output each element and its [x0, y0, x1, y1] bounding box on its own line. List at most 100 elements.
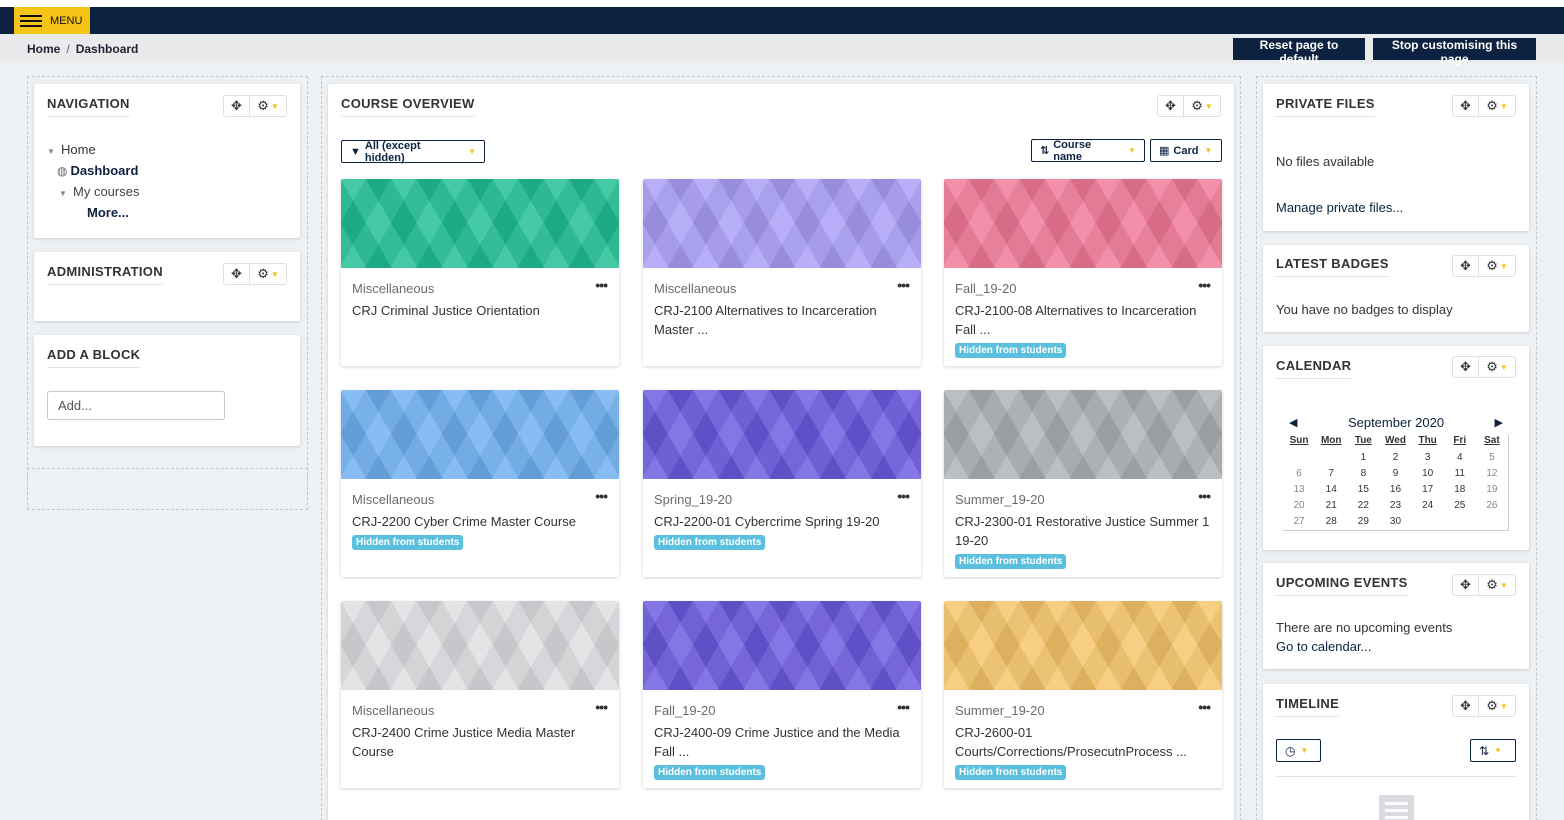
calendar-day[interactable]: 20	[1283, 498, 1315, 514]
calendar-day[interactable]: 28	[1315, 514, 1347, 530]
timeline-sort-dropdown[interactable]: ⇅ ▼	[1470, 739, 1516, 762]
gear-icon[interactable]: ⚙ ▼	[1479, 696, 1515, 716]
calendar-day[interactable]: 19	[1476, 482, 1508, 498]
course-card[interactable]: Miscellaneous ••• CRJ-2400 Crime Justice M…	[341, 601, 619, 788]
course-actions-icon[interactable]: •••	[1198, 699, 1211, 715]
course-name[interactable]: CRJ-2100-08 Alternatives to Incarceratio…	[955, 301, 1211, 339]
calendar-day[interactable]: 27	[1283, 514, 1315, 530]
calendar-day[interactable]: 2	[1379, 450, 1411, 466]
calendar-day[interactable]: 7	[1315, 466, 1347, 482]
move-icon[interactable]: ✥	[1453, 357, 1479, 377]
course-actions-icon[interactable]: •••	[1198, 277, 1211, 293]
go-to-calendar-link[interactable]: Go to calendar...	[1276, 639, 1371, 654]
course-image[interactable]	[341, 390, 619, 479]
breadcrumb-dashboard[interactable]: Dashboard	[76, 42, 139, 56]
add-block-select[interactable]: Add...	[47, 391, 225, 420]
course-name[interactable]: CRJ Criminal Justice Orientation	[352, 301, 608, 320]
move-icon[interactable]: ✥	[224, 96, 250, 116]
gear-icon[interactable]: ⚙ ▼	[1479, 96, 1515, 116]
course-actions-icon[interactable]: •••	[595, 699, 608, 715]
calendar-day[interactable]: 1	[1347, 450, 1379, 466]
calendar-day[interactable]: 30	[1379, 514, 1411, 530]
course-name-link[interactable]: CRJ-2300-01 Restorative Justice Summer 1…	[955, 512, 1211, 569]
timeline-filter-dropdown[interactable]: ◷ ▼	[1276, 739, 1321, 762]
course-actions-icon[interactable]: •••	[897, 488, 910, 504]
calendar-day[interactable]: 16	[1379, 482, 1411, 498]
calendar-day[interactable]: 8	[1347, 466, 1379, 482]
gear-icon[interactable]: ⚙ ▼	[250, 96, 286, 116]
course-name-link[interactable]: CRJ-2100-08 Alternatives to Incarceratio…	[955, 301, 1211, 358]
course-image[interactable]	[643, 179, 921, 268]
course-actions-icon[interactable]: •••	[897, 699, 910, 715]
nav-item-more[interactable]: More...	[47, 202, 139, 223]
menu-button[interactable]: MENU	[14, 7, 90, 34]
course-name[interactable]: CRJ-2400 Crime Justice Media Master Cour…	[352, 723, 608, 761]
move-icon[interactable]: ✥	[1453, 96, 1479, 116]
calendar-day[interactable]: 25	[1444, 498, 1476, 514]
move-icon[interactable]: ✥	[224, 264, 250, 284]
move-icon[interactable]: ✥	[1453, 256, 1479, 276]
course-name[interactable]: CRJ-2300-01 Restorative Justice Summer 1…	[955, 512, 1211, 550]
course-name-link[interactable]: CRJ-2400-09 Crime Justice and the Media …	[654, 723, 910, 780]
calendar-day[interactable]: 29	[1347, 514, 1379, 530]
gear-icon[interactable]: ⚙ ▼	[1479, 575, 1515, 595]
calendar-day[interactable]: 18	[1444, 482, 1476, 498]
calendar-day[interactable]: 13	[1283, 482, 1315, 498]
calendar-day[interactable]: 15	[1347, 482, 1379, 498]
course-name[interactable]: CRJ-2100 Alternatives to Incarceration M…	[654, 301, 910, 339]
course-name[interactable]: CRJ-2600-01 Courts/Corrections/Prosecutn…	[955, 723, 1211, 761]
prev-month-icon[interactable]: ◀	[1283, 416, 1303, 429]
course-name-link[interactable]: CRJ Criminal Justice Orientation	[352, 301, 608, 320]
course-card[interactable]: Miscellaneous ••• CRJ Criminal Justice Ori…	[341, 179, 619, 366]
course-name[interactable]: CRJ-2200-01 Cybercrime Spring 19-20	[654, 512, 910, 531]
nav-item-dashboard[interactable]: ◍ Dashboard	[47, 160, 139, 181]
course-card[interactable]: Summer_19-20 ••• CRJ-2300-01 Restorative J…	[944, 390, 1222, 577]
course-image[interactable]	[944, 390, 1222, 479]
course-image[interactable]	[341, 601, 619, 690]
calendar-day[interactable]: 23	[1379, 498, 1411, 514]
course-card[interactable]: Fall_19-20 ••• CRJ-2100-08 Alternatives to…	[944, 179, 1222, 366]
course-name-link[interactable]: CRJ-2100 Alternatives to Incarceration M…	[654, 301, 910, 339]
course-card[interactable]: Spring_19-20 ••• CRJ-2200-01 Cybercrime Sp…	[643, 390, 921, 577]
calendar-day[interactable]: 11	[1444, 466, 1476, 482]
course-actions-icon[interactable]: •••	[897, 277, 910, 293]
calendar-day[interactable]: 5	[1476, 450, 1508, 466]
course-name-link[interactable]: CRJ-2600-01 Courts/Corrections/Prosecutn…	[955, 723, 1211, 780]
course-actions-icon[interactable]: •••	[595, 488, 608, 504]
calendar-day[interactable]: 26	[1476, 498, 1508, 514]
course-image[interactable]	[643, 390, 921, 479]
calendar-day[interactable]: 14	[1315, 482, 1347, 498]
gear-icon[interactable]: ⚙ ▼	[1184, 96, 1220, 116]
sort-dropdown[interactable]: ⇅ Course name ▼	[1031, 139, 1145, 163]
course-card[interactable]: Miscellaneous ••• CRJ-2100 Alternatives to…	[643, 179, 921, 366]
course-image[interactable]	[341, 179, 619, 268]
gear-icon[interactable]: ⚙ ▼	[1479, 357, 1515, 377]
calendar-day[interactable]: 6	[1283, 466, 1315, 482]
course-name-link[interactable]: CRJ-2400 Crime Justice Media Master Cour…	[352, 723, 608, 761]
course-actions-icon[interactable]: •••	[1198, 488, 1211, 504]
calendar-day[interactable]: 22	[1347, 498, 1379, 514]
gear-icon[interactable]: ⚙ ▼	[250, 264, 286, 284]
calendar-day[interactable]: 4	[1444, 450, 1476, 466]
view-dropdown[interactable]: ▦ Card ▼	[1150, 139, 1222, 162]
course-name[interactable]: CRJ-2400-09 Crime Justice and the Media …	[654, 723, 910, 761]
course-name-link[interactable]: CRJ-2200-01 Cybercrime Spring 19-20 Hidde…	[654, 512, 910, 550]
course-card[interactable]: Miscellaneous ••• CRJ-2200 Cyber Crime Mas…	[341, 390, 619, 577]
nav-item-my-courses[interactable]: ▼ My courses	[47, 181, 139, 202]
calendar-day[interactable]: 24	[1412, 498, 1444, 514]
calendar-day[interactable]: 9	[1379, 466, 1411, 482]
move-icon[interactable]: ✥	[1158, 96, 1184, 116]
calendar-day[interactable]: 21	[1315, 498, 1347, 514]
course-card[interactable]: Summer_19-20 ••• CRJ-2600-01 Courts/Correc…	[944, 601, 1222, 788]
course-image[interactable]	[643, 601, 921, 690]
next-month-icon[interactable]: ▶	[1489, 416, 1509, 429]
gear-icon[interactable]: ⚙ ▼	[1479, 256, 1515, 276]
reset-page-button[interactable]: Reset page to default	[1233, 38, 1365, 66]
move-icon[interactable]: ✥	[1453, 696, 1479, 716]
breadcrumb-home[interactable]: Home	[27, 42, 60, 56]
manage-private-files-link[interactable]: Manage private files...	[1276, 200, 1403, 215]
course-image[interactable]	[944, 179, 1222, 268]
filter-dropdown[interactable]: ▼ All (except hidden) ▼	[341, 140, 485, 164]
stop-customising-button[interactable]: Stop customising this page	[1373, 38, 1536, 66]
nav-item-home[interactable]: ▼ Home	[47, 139, 139, 160]
